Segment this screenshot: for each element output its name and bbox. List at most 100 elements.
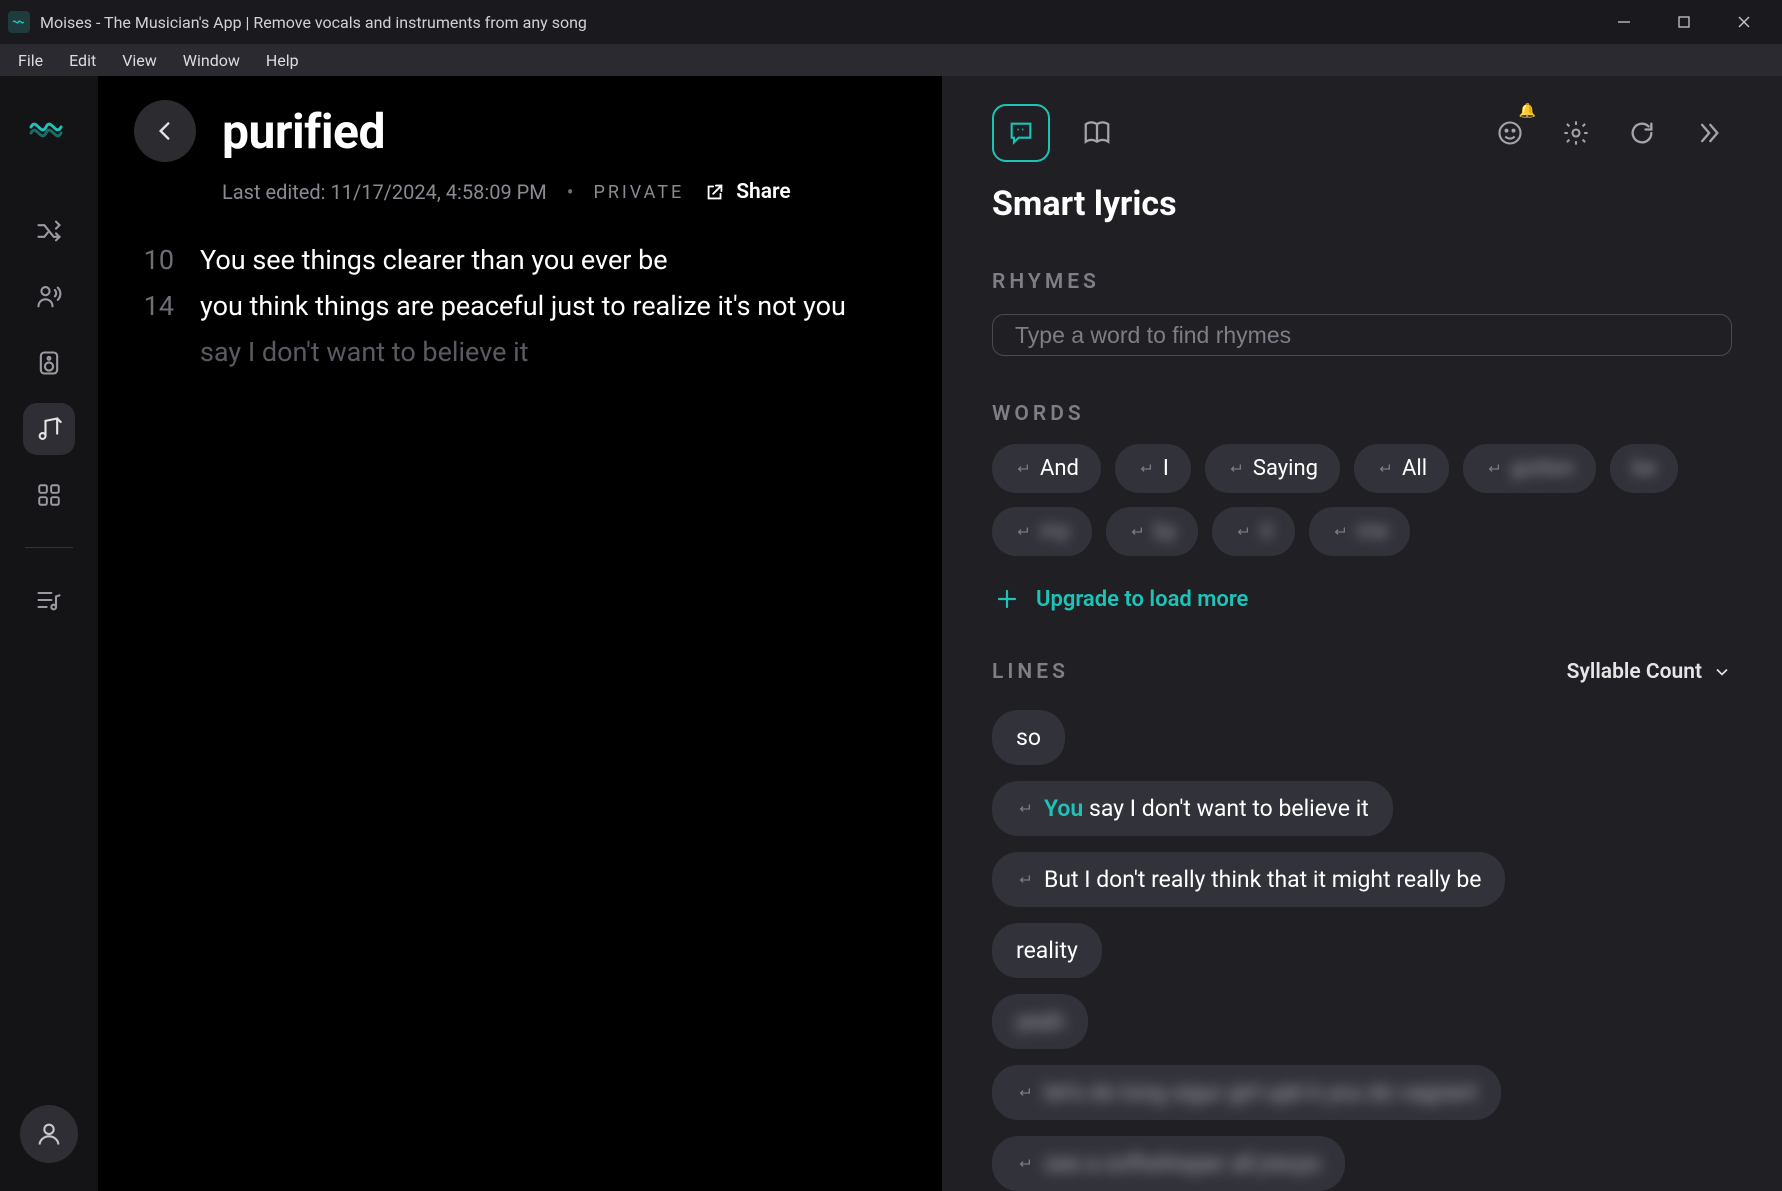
word-chip: be: [1610, 444, 1678, 493]
enter-icon: [1016, 1085, 1032, 1101]
line-suggestion-chip[interactable]: so: [992, 710, 1065, 765]
word-chip[interactable]: I: [1115, 444, 1191, 493]
collapse-panel-icon[interactable]: [1684, 109, 1732, 157]
sidebar-shuffle-icon[interactable]: [23, 205, 75, 257]
syllable-count-dropdown[interactable]: Syllable Count: [1567, 660, 1732, 684]
menu-window[interactable]: Window: [171, 47, 252, 74]
line-suggestion-chip[interactable]: But I don't really think that it might r…: [992, 852, 1505, 907]
window-maximize-button[interactable]: [1654, 2, 1714, 42]
chevron-down-icon: [1712, 662, 1732, 682]
menu-help[interactable]: Help: [254, 47, 311, 74]
brand-logo[interactable]: [23, 101, 75, 153]
visibility-badge: PRIVATE: [593, 182, 684, 203]
plus-icon: [992, 584, 1022, 614]
last-edited-label: Last edited: 11/17/2024, 4:58:09 PM: [222, 180, 547, 204]
rhymes-input[interactable]: [992, 314, 1732, 356]
line-suggestion-text: see a softwhisper all jreuys: [1044, 1150, 1321, 1177]
enter-icon: [1227, 461, 1243, 477]
lyric-text: you think things are peaceful just to re…: [200, 284, 846, 330]
lyric-text: say I don't want to believe it: [200, 330, 529, 376]
back-button[interactable]: [134, 100, 196, 162]
lines-section-label: LINES: [992, 660, 1567, 684]
menu-view[interactable]: View: [110, 47, 169, 74]
syllable-count: 14: [134, 284, 174, 330]
share-label: Share: [736, 180, 790, 204]
enter-icon: [1376, 461, 1392, 477]
sidebar-voice-icon[interactable]: [23, 271, 75, 323]
window-close-button[interactable]: [1714, 2, 1774, 42]
word-chip[interactable]: All: [1354, 444, 1449, 493]
refresh-icon[interactable]: [1618, 109, 1666, 157]
window-minimize-button[interactable]: [1594, 2, 1654, 42]
word-chip-label: it: [1260, 519, 1273, 544]
enter-icon: [1014, 461, 1030, 477]
line-suggestion-text: But I don't really think that it might r…: [1044, 866, 1481, 893]
enter-icon: [1485, 461, 1501, 477]
word-chip[interactable]: And: [992, 444, 1101, 493]
word-chip: gotten: [1463, 444, 1596, 493]
settings-icon[interactable]: [1552, 109, 1600, 157]
enter-icon: [1234, 524, 1250, 540]
sidebar-speaker-icon[interactable]: [23, 337, 75, 389]
panel-title: Smart lyrics: [992, 184, 1732, 224]
sidebar-lyrics-icon[interactable]: [23, 403, 75, 455]
meta-separator: •: [567, 180, 574, 204]
tab-dictionary-icon[interactable]: [1068, 104, 1126, 162]
menu-edit[interactable]: Edit: [57, 47, 108, 74]
words-chip-row: And I Saying All gotten be my by it me: [992, 444, 1732, 556]
word-chip[interactable]: Saying: [1205, 444, 1340, 493]
line-suggestion-chip: yeah: [992, 994, 1088, 1049]
rhymes-section-label: RHYMES: [992, 270, 1732, 294]
upgrade-button[interactable]: Upgrade to load more: [992, 584, 1732, 614]
word-chip-label: me: [1357, 519, 1388, 544]
line-suggestion-text: so: [1016, 724, 1041, 751]
smart-lyrics-panel: 🔔 Smart lyrics RHYMES WORDS AndISayingAl…: [942, 76, 1782, 1191]
editor-pane: purified Last edited: 11/17/2024, 4:58:0…: [98, 76, 942, 1191]
word-chip-label: my: [1040, 519, 1070, 544]
enter-icon: [1331, 524, 1347, 540]
document-title[interactable]: purified: [222, 103, 385, 160]
window-titlebar: Moises - The Musician's App | Remove voc…: [0, 0, 1782, 44]
line-suggestion-chip: see a softwhisper all jreuys: [992, 1136, 1345, 1191]
enter-icon: [1137, 461, 1153, 477]
sidebar-grid-icon[interactable]: [23, 469, 75, 521]
enter-icon: [1016, 872, 1032, 888]
upgrade-label: Upgrade to load more: [1036, 587, 1248, 612]
lyric-line[interactable]: 14 you think things are peaceful just to …: [134, 284, 906, 330]
word-chip: my: [992, 507, 1092, 556]
line-suggestion-text: yeah: [1016, 1008, 1064, 1035]
word-chip-label: gotten: [1511, 456, 1574, 481]
lines-suggestions: so You say I don't want to believe it But …: [992, 694, 1732, 1191]
line-suggestion-chip[interactable]: You say I don't want to believe it: [992, 781, 1393, 836]
enter-icon: [1016, 1156, 1032, 1172]
sidebar: [0, 76, 98, 1191]
line-suggestion-text: You say I don't want to believe it: [1044, 795, 1369, 822]
menubar: File Edit View Window Help: [0, 44, 1782, 76]
lyrics-editor[interactable]: 10 You see things clearer than you ever b…: [134, 238, 906, 376]
sidebar-playlist-icon[interactable]: [23, 574, 75, 626]
word-chip-label: And: [1040, 456, 1079, 481]
word-chip: by: [1106, 507, 1199, 556]
word-chip-label: All: [1402, 456, 1427, 481]
word-chip-label: by: [1154, 519, 1177, 544]
share-button[interactable]: Share: [704, 180, 790, 204]
emoji-button-icon[interactable]: 🔔: [1486, 109, 1534, 157]
word-chip: it: [1212, 507, 1295, 556]
lyric-line[interactable]: say I don't want to believe it: [134, 330, 906, 376]
syllable-count: 10: [134, 238, 174, 284]
line-suggestion-text: let's do long sigur girl upk k you do va…: [1044, 1079, 1477, 1106]
line-suggestion-chip[interactable]: reality: [992, 923, 1102, 978]
word-chip-label: Saying: [1253, 456, 1318, 481]
tab-suggestions-icon[interactable]: [992, 104, 1050, 162]
menu-file[interactable]: File: [6, 47, 55, 74]
enter-icon: [1014, 524, 1030, 540]
sidebar-user-avatar[interactable]: [20, 1105, 78, 1163]
lyric-text: You see things clearer than you ever be: [200, 238, 668, 284]
lyric-line[interactable]: 10 You see things clearer than you ever b…: [134, 238, 906, 284]
enter-icon: [1128, 524, 1144, 540]
word-chip-label: I: [1163, 456, 1169, 481]
line-suggestion-chip: let's do long sigur girl upk k you do va…: [992, 1065, 1501, 1120]
enter-icon: [1016, 801, 1032, 817]
word-chip: me: [1309, 507, 1410, 556]
word-chip-label: be: [1632, 456, 1656, 481]
